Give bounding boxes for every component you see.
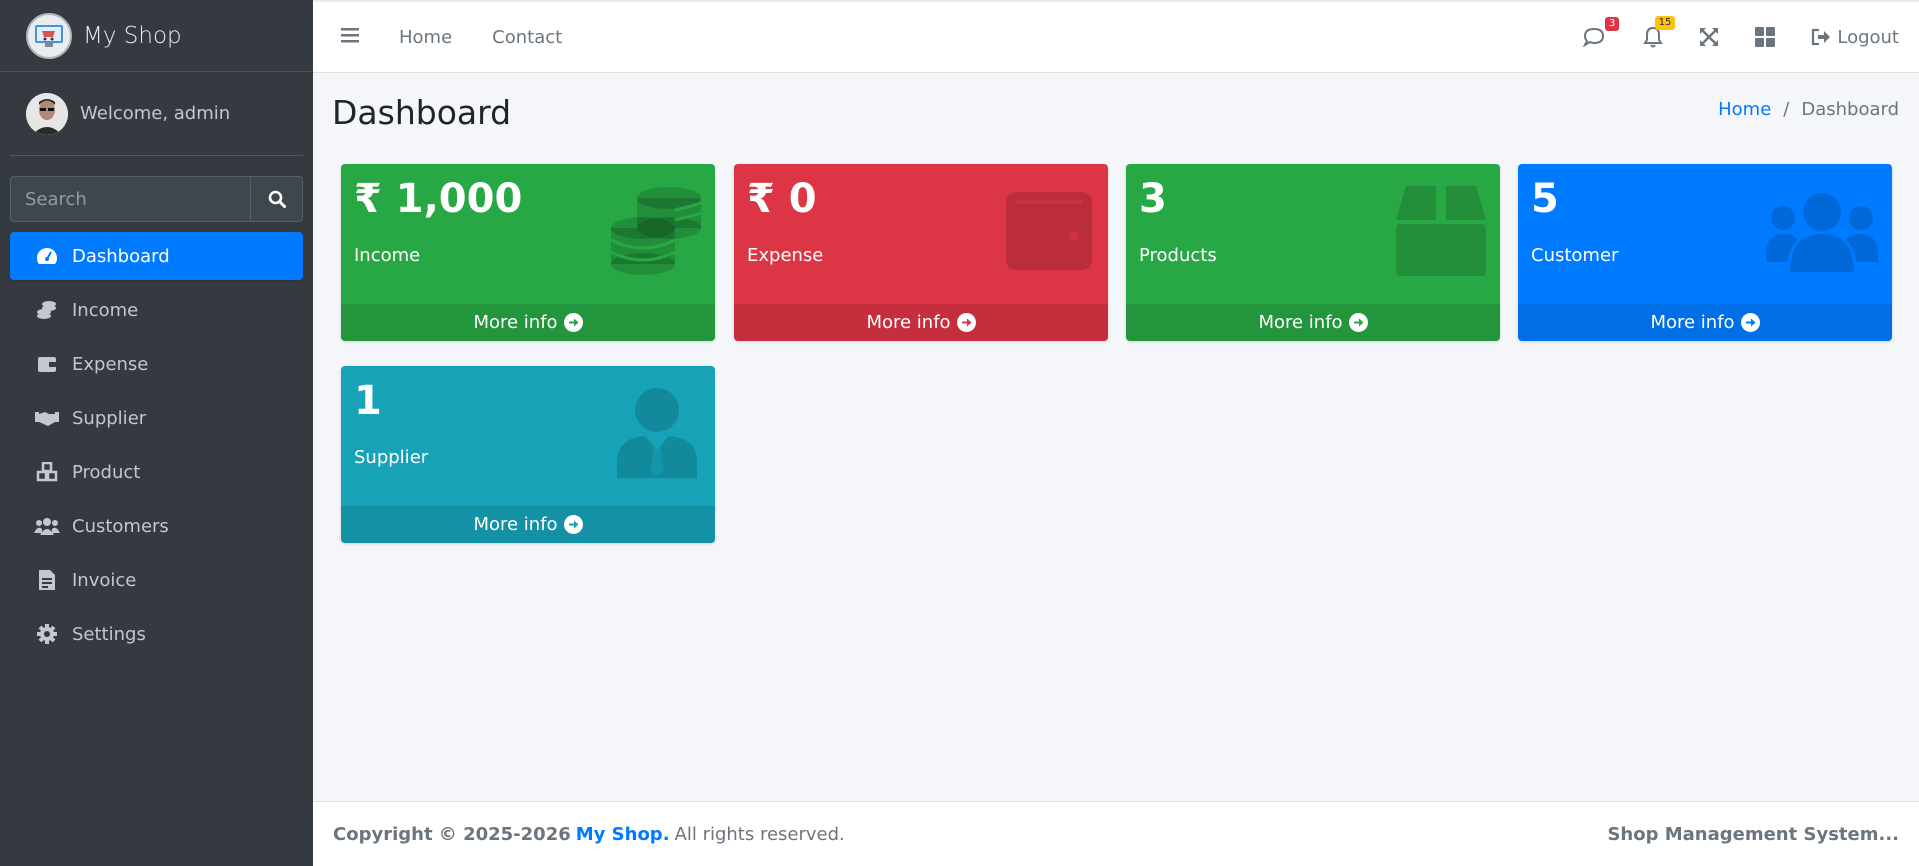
messages-button[interactable]: 3 [1583,17,1620,47]
arrow-circle-right-icon [1348,313,1368,332]
logout-button[interactable]: Logout [1811,27,1899,48]
box-label: Products [1139,245,1217,266]
sidebar-item-invoice[interactable]: Invoice [10,556,303,604]
more-info-link[interactable]: More info [341,304,715,341]
small-box-expense: ₹ 0 Expense More info [734,164,1108,341]
copyright-text: Copyright © 2025-2026 [333,823,571,845]
search-button[interactable] [250,176,303,222]
box-value: 5 [1531,176,1559,222]
sidebar-item-product[interactable]: Product [10,448,303,496]
footer-app-name: Shop Management System... [1607,823,1899,845]
sidebar-item-label: Invoice [72,569,137,591]
user-panel[interactable]: Welcome, admin [10,72,303,156]
box-label: Income [354,245,421,266]
sidebar-search [10,176,303,222]
control-sidebar-button[interactable] [1755,27,1776,47]
coins-icon [34,299,60,321]
sidebar-item-settings[interactable]: Settings [10,610,303,658]
sidebar: My Shop Welcome, admin Search Dashboard … [0,0,313,866]
more-info-link[interactable]: More info [341,506,715,543]
th-large-icon [1755,27,1776,47]
brand-link[interactable]: My Shop [0,0,313,72]
wallet-icon [34,353,60,375]
small-box-products: 3 Products More info [1126,164,1500,341]
more-info-link[interactable]: More info [1126,304,1500,341]
user-tie-icon [617,388,697,482]
breadcrumb-current: Dashboard [1801,99,1899,120]
sidebar-item-customers[interactable]: Customers [10,502,303,550]
sidebar-item-label: Dashboard [72,245,170,267]
breadcrumb-home[interactable]: Home [1718,99,1771,120]
brand-name: My Shop [83,22,182,49]
sidebar-item-label: Income [72,299,139,321]
notifications-badge: 15 [1654,16,1676,30]
sign-out-icon [1812,28,1831,46]
sidebar-item-supplier[interactable]: Supplier [10,394,303,442]
sidebar-item-label: Settings [72,623,146,645]
page-title: Dashboard [332,93,512,132]
arrow-circle-right-icon [1740,313,1760,332]
box-label: Expense [747,245,824,266]
more-info-label: More info [473,312,558,333]
sidebar-item-expense[interactable]: Expense [10,340,303,388]
users-icon [1766,192,1878,276]
handshake-icon [34,407,60,429]
small-box-supplier: 1 Supplier More info [341,366,715,543]
box-value: 1 [354,378,382,424]
box-label: Supplier [354,447,429,468]
content-wrapper: Dashboard Home / Dashboard ₹ 1,000 Incom… [313,73,1919,801]
logout-label: Logout [1837,26,1899,48]
sidebar-item-label: Customers [72,515,169,537]
box-value: ₹ 1,000 [354,176,523,222]
sidebar-item-income[interactable]: Income [10,286,303,334]
box-label: Customer [1531,245,1619,266]
expand-arrows-icon [1700,28,1719,46]
nav-link-home[interactable]: Home [399,27,452,48]
breadcrumb: Home / Dashboard [1718,99,1899,120]
more-info-label: More info [866,312,951,333]
cubes-icon [34,461,60,483]
sidebar-item-label: Expense [72,353,149,375]
main-footer: Copyright © 2025-2026 My Shop. All right… [313,801,1919,866]
small-box-customer: 5 Customer More info [1518,164,1892,341]
search-input[interactable] [10,176,250,222]
arrow-circle-right-icon [956,313,976,332]
more-info-link[interactable]: More info [734,304,1108,341]
box-value: 3 [1139,176,1167,222]
users-icon [34,515,60,537]
tachometer-icon [34,245,60,267]
arrow-circle-right-icon [563,515,583,534]
avatar [26,92,68,135]
small-box-income: ₹ 1,000 Income More info [341,164,715,341]
comments-icon [1583,27,1605,47]
welcome-text: Welcome, admin [80,103,231,124]
coins-icon [610,186,702,280]
sidebar-item-label: Supplier [72,407,147,429]
messages-badge: 3 [1604,17,1620,31]
more-info-link[interactable]: More info [1518,304,1892,341]
more-info-label: More info [1650,312,1735,333]
more-info-label: More info [1258,312,1343,333]
nav-link-contact[interactable]: Contact [492,27,562,48]
sidebar-item-dashboard[interactable]: Dashboard [10,232,303,280]
top-navbar: Home Contact 3 15 Logout [313,0,1919,73]
box-value: ₹ 0 [747,176,817,222]
file-invoice-icon [34,569,60,591]
gear-icon [34,623,60,645]
shop-logo-icon [26,12,72,59]
wallet-icon [1004,186,1094,280]
rights-text: All rights reserved. [674,823,845,845]
fullscreen-button[interactable] [1699,27,1719,47]
sidebar-item-label: Product [72,461,141,483]
box-icon [1396,186,1486,280]
sidebar-nav: Dashboard Income Expense Supplier Produc… [10,232,303,658]
more-info-label: More info [473,514,558,535]
hamburger-menu-icon[interactable] [341,27,359,47]
search-icon [268,190,286,208]
breadcrumb-separator: / [1783,99,1790,120]
footer-brand-link[interactable]: My Shop. [576,824,670,845]
notifications-button[interactable]: 15 [1643,16,1676,48]
arrow-circle-right-icon [563,313,583,332]
